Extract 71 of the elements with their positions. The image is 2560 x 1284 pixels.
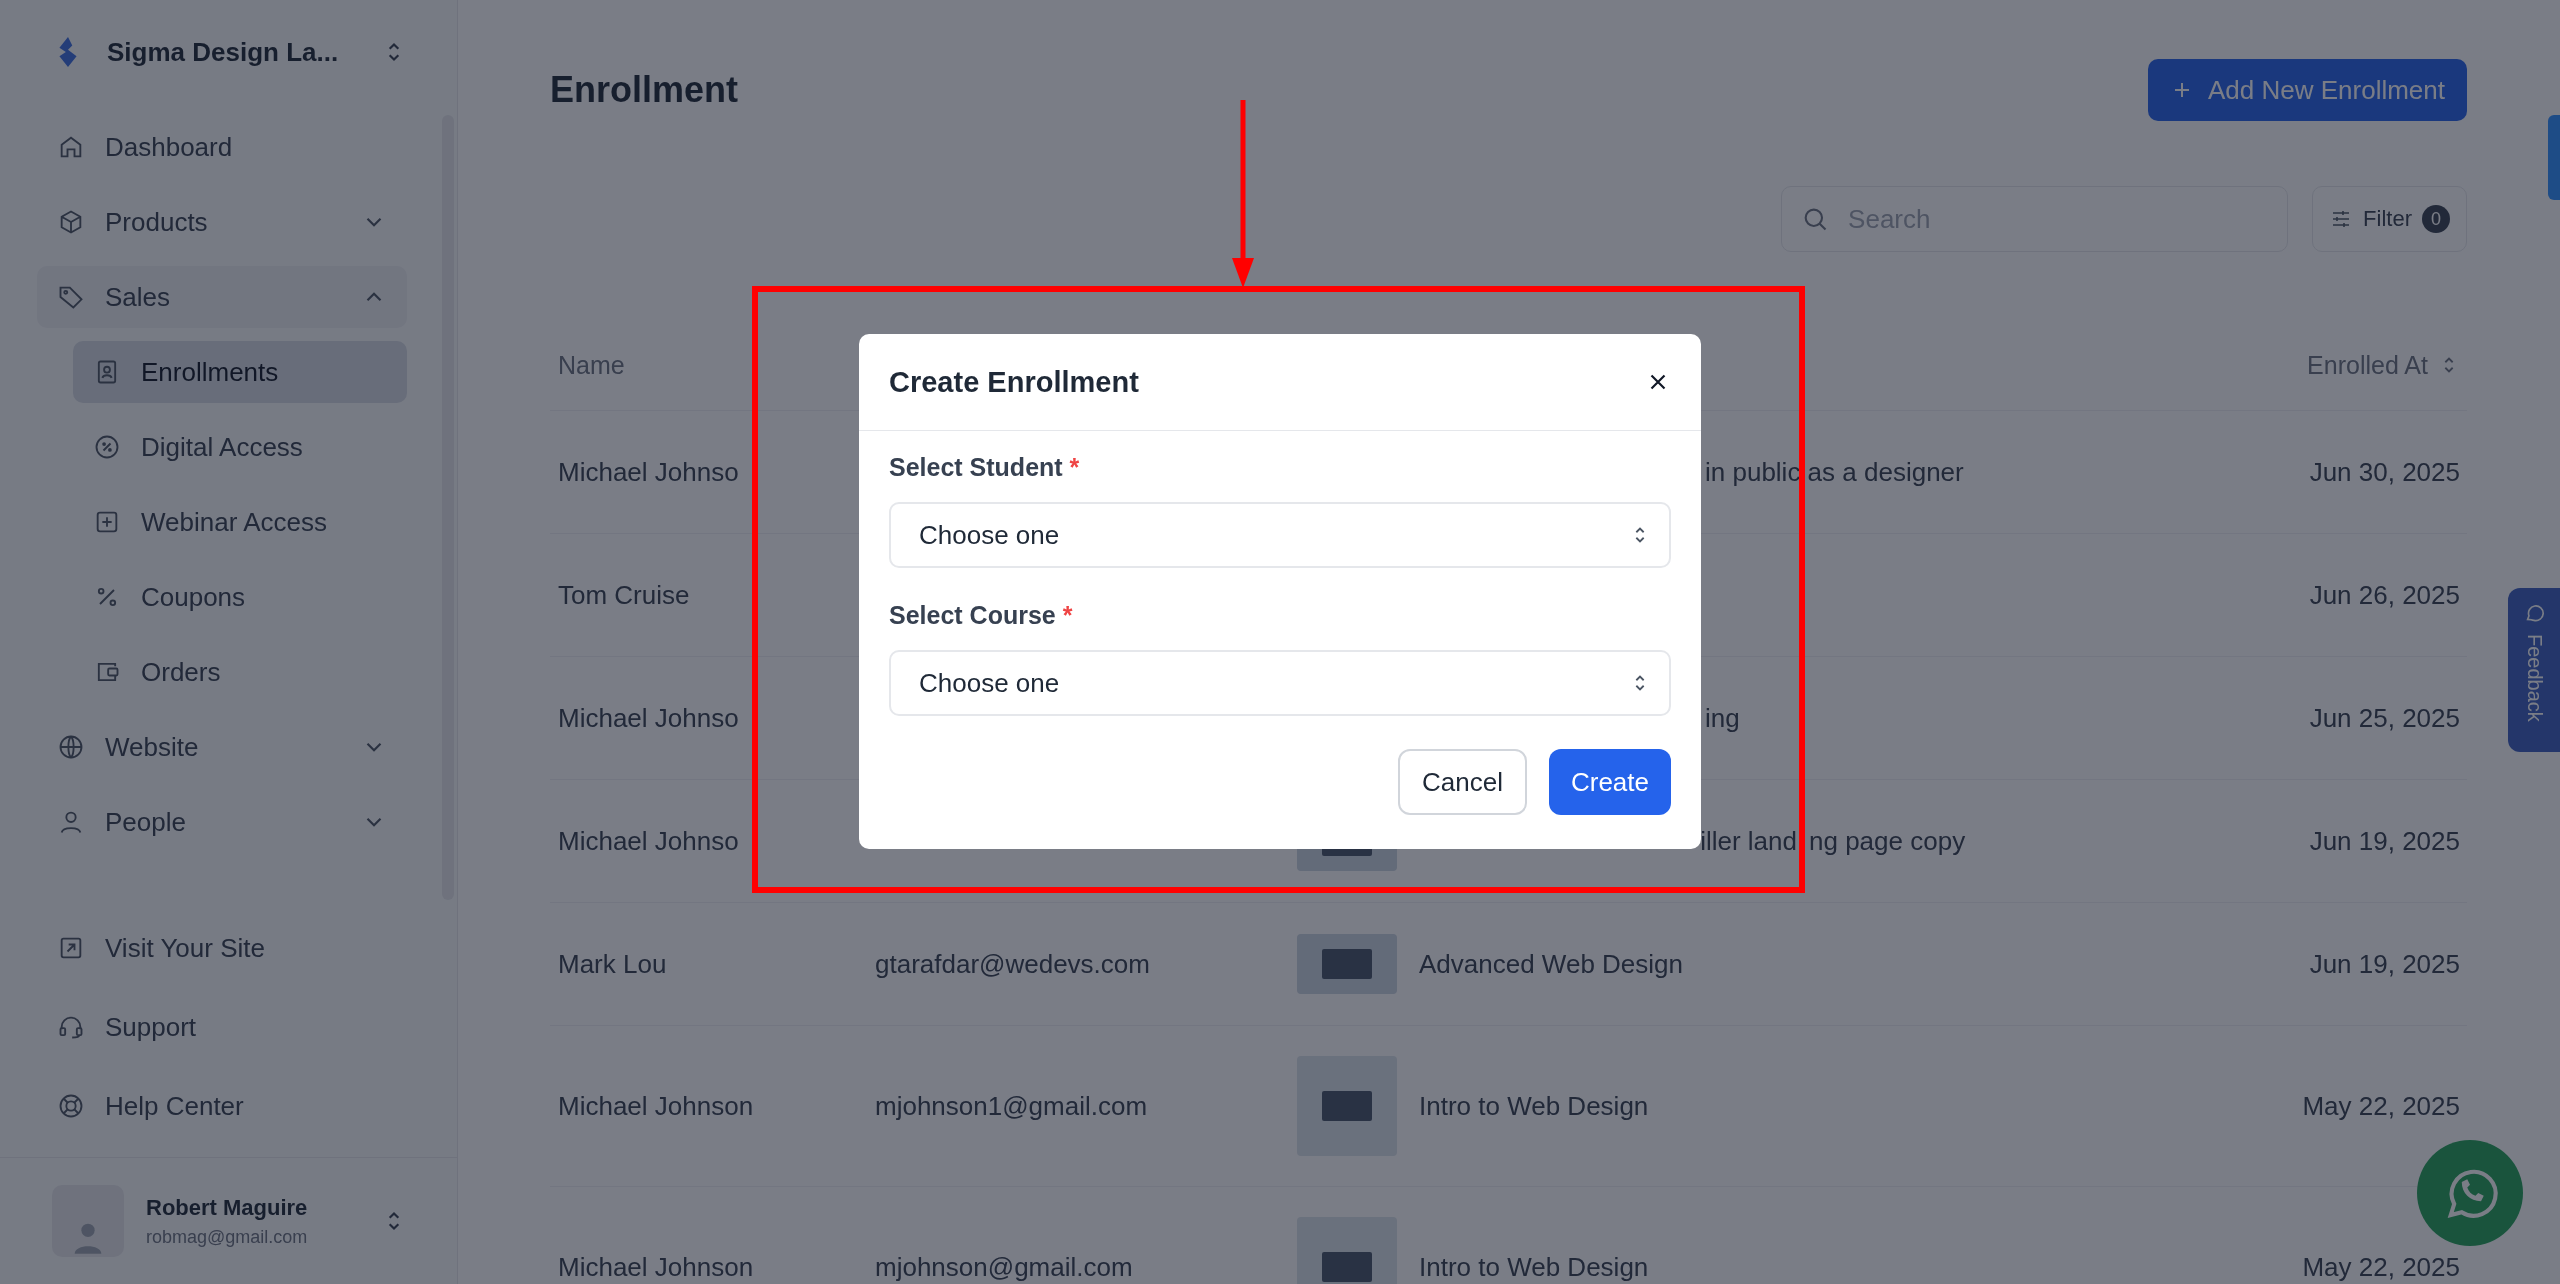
sidebar-link-label: Visit Your Site <box>105 932 266 964</box>
student-email: mjohnson@gmail.com <box>875 1251 1133 1282</box>
sidebar-subitem[interactable]: Webinar Access <box>73 491 407 553</box>
course-title: ng page copy <box>1809 825 1966 857</box>
student-name: Michael Johnso <box>557 456 740 488</box>
course-title: ing <box>1705 702 1740 734</box>
student-name: Michael Johnso <box>557 702 740 734</box>
page-title: Enrollment <box>550 69 738 111</box>
field-label: Select Student * <box>889 453 1081 482</box>
sidebar-item[interactable]: Dashboard <box>37 116 407 178</box>
sidebar-item-label: Orders <box>141 656 222 688</box>
sidebar-item-label: Enrollments <box>141 356 280 388</box>
enrolled-date: Jun 26, 2025 <box>2308 579 2461 611</box>
course-title: in public as a designer <box>1705 456 1964 488</box>
student-name: Michael Johnson <box>557 1090 755 1122</box>
create-button[interactable]: Create <box>1548 749 1671 815</box>
sidebar-item-label: Digital Access <box>141 431 304 463</box>
sidebar-link[interactable]: Support <box>37 996 407 1058</box>
sidebar-item[interactable]: Sales <box>37 266 407 328</box>
sidebar-subitem[interactable]: Coupons <box>73 566 407 628</box>
student-email: mjohnson1@gmail.com <box>875 1090 1148 1121</box>
course-title: iller land <box>1699 825 1797 857</box>
student-email: gtarafdar@wedevs.com <box>875 948 1150 979</box>
user-email: robmag@gmail.com <box>146 1226 309 1248</box>
lifebuoy-icon <box>57 1092 85 1120</box>
course-title: Intro to Web Design <box>1419 1251 1649 1283</box>
student-name: Michael Johnso <box>557 825 740 857</box>
field-label: Select Course * <box>889 601 1074 630</box>
student-name: Michael Johnson <box>557 1251 755 1283</box>
column-header[interactable]: Enrolled At <box>2167 350 2467 380</box>
sidebar-subitem[interactable]: Digital Access <box>73 416 407 478</box>
sidebar-item-label: Dashboard <box>105 131 234 163</box>
enrolled-date: May 22, 2025 <box>2301 1251 2461 1283</box>
select-field[interactable]: Choose one <box>889 502 1671 568</box>
enrolled-date: Jun 25, 2025 <box>2308 702 2461 734</box>
filter-count-badge: 0 <box>2422 205 2450 233</box>
user-name: Robert Maguire <box>146 1194 309 1221</box>
organization-name[interactable]: Sigma Design La... <box>107 36 353 68</box>
enrolled-date: Jun 19, 2025 <box>2308 948 2461 980</box>
course-title: Advanced Web Design <box>1419 948 1683 980</box>
sidebar-item-label: Sales <box>105 281 172 313</box>
sidebar-item-label: Webinar Access <box>141 506 328 538</box>
sidebar-item[interactable]: Website <box>37 716 407 778</box>
globe-icon <box>57 733 85 761</box>
logo-icon <box>57 37 79 67</box>
sidebar-link[interactable]: Visit Your Site <box>37 917 407 979</box>
course-title: Intro to Web Design <box>1419 1090 1649 1122</box>
sidebar-link-label: Help Center <box>105 1090 245 1122</box>
enrolled-date: Jun 19, 2025 <box>2308 825 2461 857</box>
sidebar-item-label: Products <box>105 206 209 238</box>
sidebar-item-label: People <box>105 806 187 838</box>
enrolled-date: May 22, 2025 <box>2301 1090 2461 1122</box>
sidebar-subitem[interactable]: Enrollments <box>73 341 407 403</box>
add-new-enrollment-button[interactable]: Add New Enrollment <box>2148 59 2467 121</box>
column-header: Name <box>557 350 626 380</box>
feedback-tab[interactable]: Feedback <box>2508 588 2560 752</box>
sidebar-item[interactable]: Products <box>37 191 407 253</box>
sidebar-item[interactable]: People <box>37 791 407 853</box>
sidebar-item-label: Website <box>105 731 200 763</box>
percent-circle-icon <box>93 433 121 461</box>
cancel-button[interactable]: Cancel <box>1398 749 1527 815</box>
sidebar-subitem[interactable]: Orders <box>73 641 407 703</box>
dialog-title: Create Enrollment <box>889 365 1139 399</box>
filter-button[interactable]: Filter 0 <box>2312 186 2467 252</box>
student-name: Mark Lou <box>557 948 668 980</box>
student-name: Tom Cruise <box>557 579 691 611</box>
select-field[interactable]: Choose one <box>889 650 1671 716</box>
sidebar-link[interactable]: Help Center <box>37 1075 407 1137</box>
sidebar-link-label: Support <box>105 1011 198 1043</box>
sidebar-item-label: Coupons <box>141 581 247 613</box>
enrolled-date: Jun 30, 2025 <box>2308 456 2461 488</box>
